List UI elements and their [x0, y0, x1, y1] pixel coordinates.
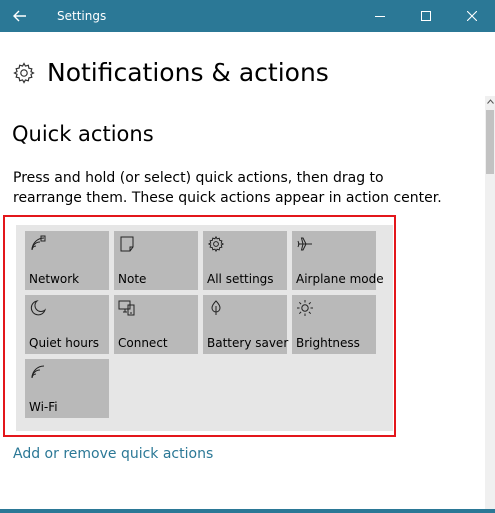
- tile-battery-saver[interactable]: Battery saver: [203, 295, 289, 354]
- minimize-icon: [375, 16, 385, 17]
- minimize-button[interactable]: [357, 0, 403, 32]
- gear-icon: [13, 62, 35, 84]
- window-title: Settings: [57, 9, 107, 23]
- tile-note[interactable]: Note: [114, 231, 198, 290]
- tile-label: Wi-Fi: [29, 400, 58, 414]
- battery-saver-icon: [211, 300, 221, 315]
- tile-label: All settings: [207, 272, 274, 286]
- scrollbar[interactable]: [485, 96, 495, 510]
- tile-all-settings[interactable]: All settings: [203, 231, 287, 290]
- tile-label: Network: [29, 272, 80, 286]
- back-button[interactable]: [0, 0, 40, 32]
- close-icon: [467, 11, 477, 21]
- tile-brightness[interactable]: Brightness: [292, 295, 376, 354]
- moon-icon: [30, 300, 47, 316]
- tile-label: Brightness: [296, 336, 360, 350]
- connect-icon: [118, 300, 135, 316]
- scrollbar-thumb[interactable]: [486, 110, 494, 174]
- section-heading: Quick actions: [12, 122, 154, 146]
- tile-label: Quiet hours: [29, 336, 100, 350]
- section-description: Press and hold (or select) quick actions…: [13, 170, 442, 206]
- tile-connect[interactable]: Connect: [114, 295, 198, 354]
- maximize-button[interactable]: [403, 0, 449, 32]
- add-remove-quick-actions-link[interactable]: Add or remove quick actions: [13, 444, 213, 464]
- network-icon: [31, 235, 46, 251]
- close-button[interactable]: [449, 0, 495, 32]
- brightness-icon: [297, 300, 313, 316]
- tile-label: Note: [118, 272, 147, 286]
- note-icon: [120, 236, 134, 252]
- page-title: Notifications & actions: [47, 58, 329, 87]
- tile-label: Battery saver: [207, 336, 289, 350]
- window-bottom-edge: [0, 509, 495, 513]
- tile-network[interactable]: Network: [25, 231, 109, 290]
- tile-label: Connect: [118, 336, 168, 350]
- wifi-icon: [31, 365, 45, 379]
- tile-label: Airplane mode: [296, 272, 384, 286]
- airplane-icon: [297, 237, 312, 251]
- title-bar: Settings: [0, 0, 495, 32]
- gear-icon: [207, 235, 225, 253]
- tile-wifi[interactable]: Wi-Fi: [25, 359, 109, 418]
- maximize-icon: [421, 11, 431, 21]
- tile-airplane-mode[interactable]: Airplane mode: [292, 231, 384, 290]
- back-arrow-icon: [13, 10, 26, 22]
- tile-quiet-hours[interactable]: Quiet hours: [25, 295, 109, 354]
- scroll-up-icon[interactable]: [485, 96, 495, 106]
